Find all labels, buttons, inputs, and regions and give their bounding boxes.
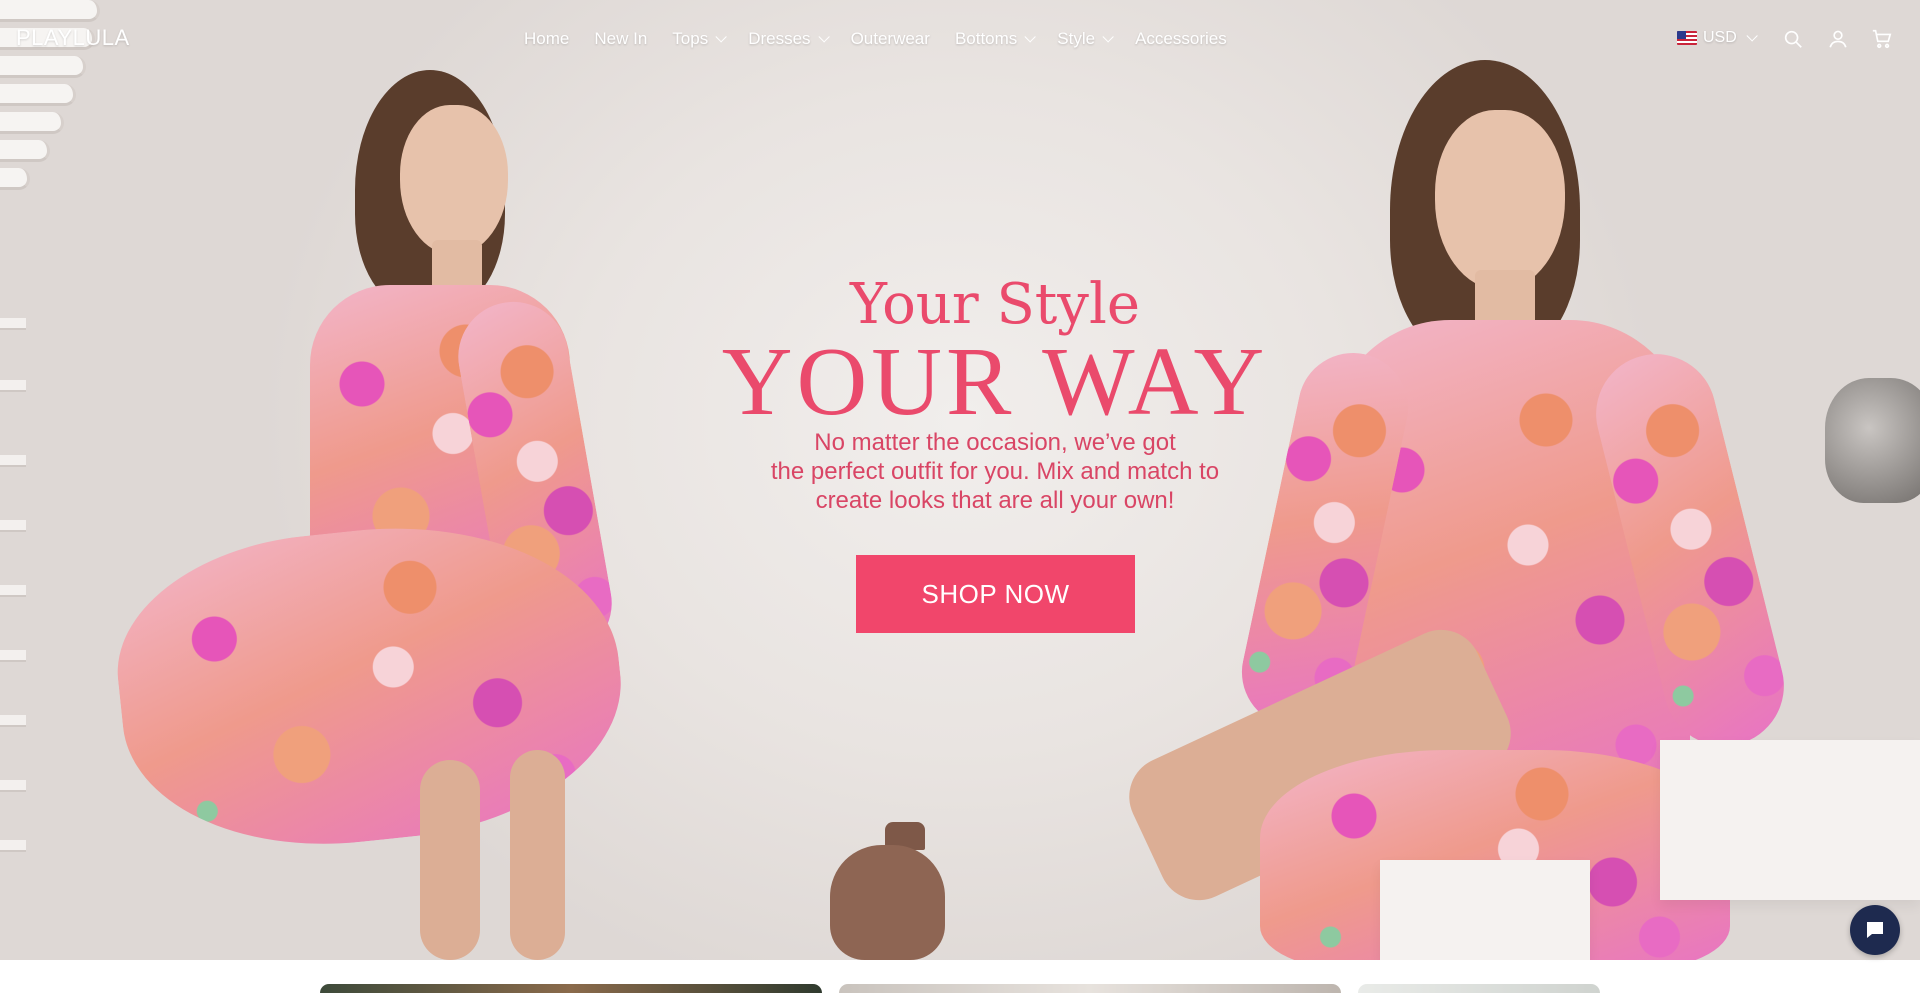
hero-subtext-line: No matter the occasion, we’ve got [814, 429, 1176, 456]
chevron-down-icon [1024, 31, 1037, 43]
nav-label: Tops [672, 29, 709, 48]
clay-jug [830, 845, 945, 960]
nav-item-dresses[interactable]: Dresses [748, 29, 830, 49]
us-flag-icon [1677, 31, 1697, 45]
nav-item-style[interactable]: Style [1057, 29, 1114, 49]
collection-card[interactable] [320, 984, 822, 993]
nav-item-accessories[interactable]: Accessories [1135, 29, 1227, 49]
collection-cards-row [0, 960, 1920, 993]
hero-subtext: No matter the occasion, we’ve got the pe… [730, 428, 1260, 515]
chevron-down-icon [1746, 30, 1758, 42]
brand-logo[interactable]: PLAYLULA [16, 25, 130, 51]
hero-subtext-line: the perfect outfit for you. Mix and matc… [770, 458, 1220, 485]
shop-now-button[interactable]: SHOP NOW [856, 555, 1135, 633]
nav-label: Outerwear [850, 29, 930, 48]
collection-card[interactable] [839, 984, 1341, 993]
nav-label: Dresses [748, 29, 811, 48]
nav-label: New In [594, 29, 648, 48]
nav-item-new-in[interactable]: New In [594, 29, 647, 49]
nav-label: Style [1057, 29, 1096, 48]
chat-bubble-icon [1867, 922, 1883, 938]
nav-item-outerwear[interactable]: Outerwear [851, 29, 930, 49]
currency-selector[interactable]: USD [1677, 29, 1758, 47]
chevron-down-icon [1102, 31, 1114, 43]
nav-label: Bottoms [954, 29, 1018, 48]
hero-headline: YOUR WAY [721, 328, 1269, 436]
site-header: PLAYLULA Home New In Tops Dresses Outerw… [0, 0, 1920, 78]
hero-subtext-line: create looks that are all your own! [815, 487, 1175, 514]
nav-item-bottoms[interactable]: Bottoms [954, 29, 1037, 49]
white-ledge [1660, 740, 1920, 900]
nav-label: Accessories [1135, 29, 1227, 48]
model-left-image [100, 60, 740, 960]
account-icon[interactable] [1827, 28, 1849, 50]
chat-button[interactable] [1850, 905, 1900, 955]
cart-icon[interactable] [1871, 28, 1893, 50]
nav-item-home[interactable]: Home [524, 29, 569, 49]
main-nav: Home New In Tops Dresses Outerwear Botto… [524, 29, 1252, 49]
search-icon[interactable] [1782, 28, 1804, 50]
chevron-down-icon [818, 31, 830, 43]
nav-item-tops[interactable]: Tops [672, 29, 727, 49]
chevron-down-icon [715, 31, 727, 43]
currency-label: USD [1703, 29, 1737, 46]
nav-label: Home [524, 29, 570, 48]
collection-card[interactable] [1358, 984, 1600, 993]
